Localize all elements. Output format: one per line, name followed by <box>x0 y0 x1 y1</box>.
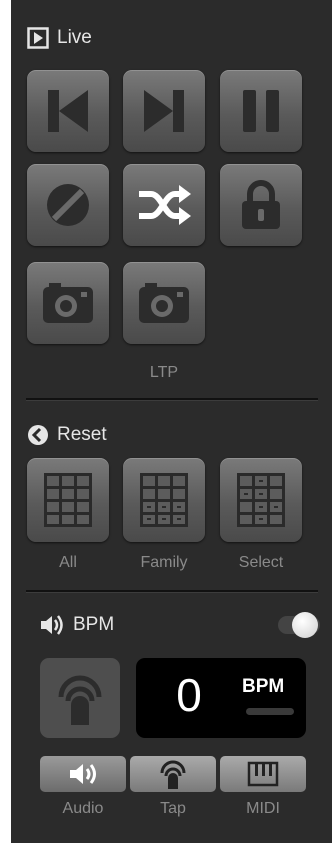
tap-icon <box>58 675 102 725</box>
skip-forward-icon <box>144 90 184 132</box>
lock-icon <box>242 180 280 229</box>
reset-all-button[interactable] <box>27 458 109 542</box>
live-title: Live <box>57 27 92 48</box>
skip-back-button[interactable] <box>27 70 109 152</box>
reset-family-label: Family <box>140 554 188 571</box>
bpm-source-midi-button[interactable] <box>220 756 306 792</box>
ltp-label: LTP <box>149 364 179 381</box>
bpm-section-header: BPM <box>39 614 114 636</box>
reset-family-button[interactable] <box>123 458 205 542</box>
bpm-source-tap-label: Tap <box>160 800 186 817</box>
grid-all-icon <box>44 473 92 527</box>
midi-keyboard-icon <box>247 761 279 787</box>
grid-select-icon <box>237 473 285 527</box>
live-control-panel: Live LTP Reset All Family Select BPM 0 B… <box>11 0 332 843</box>
skip-forward-button[interactable] <box>123 70 205 152</box>
speaker-icon <box>70 764 96 784</box>
blackout-button[interactable] <box>27 164 109 246</box>
tap-pad-button[interactable] <box>40 658 120 738</box>
live-section-header: Live <box>27 27 92 49</box>
snapshot-button-2[interactable] <box>123 262 205 344</box>
pause-button[interactable] <box>220 70 302 152</box>
lock-button[interactable] <box>220 164 302 246</box>
bpm-source-audio-button[interactable] <box>40 756 126 792</box>
bpm-value: 0 <box>176 669 202 721</box>
bpm-source-audio-label: Audio <box>62 800 104 817</box>
back-arrow-circle-icon <box>28 425 48 445</box>
grid-family-icon <box>140 473 188 527</box>
bpm-title: BPM <box>73 614 115 635</box>
camera-icon <box>43 283 93 323</box>
snapshot-button-1[interactable] <box>27 262 109 344</box>
camera-icon <box>139 283 189 323</box>
play-square-icon <box>27 27 49 49</box>
reset-section-header[interactable]: Reset <box>27 424 107 446</box>
skip-back-icon <box>48 90 88 132</box>
bpm-source-midi-label: MIDI <box>246 800 280 817</box>
bpm-level-bar <box>246 708 294 715</box>
section-divider <box>26 590 318 593</box>
speaker-icon <box>41 615 63 635</box>
reset-title: Reset <box>57 424 107 445</box>
bpm-unit-label: BPM <box>242 676 285 697</box>
reset-select-label: Select <box>238 554 284 571</box>
bpm-display: 0 BPM <box>136 658 306 738</box>
shuffle-button[interactable] <box>123 164 205 246</box>
shuffle-icon <box>139 185 191 225</box>
no-entry-icon <box>47 184 89 226</box>
bpm-source-tap-button[interactable] <box>130 756 216 792</box>
tap-icon <box>160 760 186 789</box>
section-divider <box>26 398 318 401</box>
reset-all-label: All <box>59 554 77 571</box>
pause-icon <box>243 90 279 132</box>
bpm-toggle-knob[interactable] <box>292 612 318 638</box>
reset-select-button[interactable] <box>220 458 302 542</box>
